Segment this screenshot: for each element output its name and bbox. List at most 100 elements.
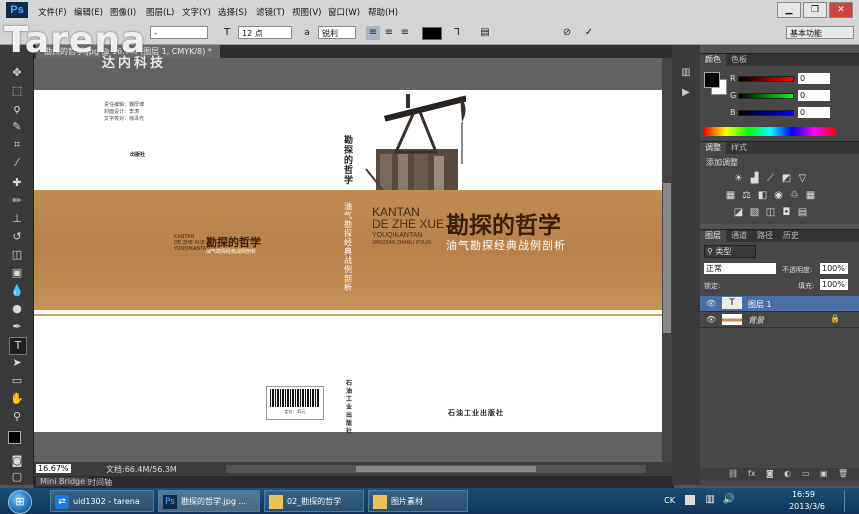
cancel-icon[interactable]: ⊘: [560, 26, 574, 40]
threshold-icon[interactable]: ◫: [764, 207, 777, 218]
close-icon[interactable]: ✕: [829, 2, 853, 18]
dodge-tool-icon[interactable]: ●: [9, 301, 25, 317]
tab-paths[interactable]: 路径: [752, 230, 778, 242]
history-panel-icon[interactable]: ▥: [678, 65, 694, 81]
vibrance-icon[interactable]: ▽: [796, 173, 809, 184]
exposure-icon[interactable]: ◩: [780, 173, 793, 184]
brush-tool-icon[interactable]: ✏: [9, 193, 25, 209]
layer-row[interactable]: 👁 T 图层 1: [700, 296, 859, 312]
restore-icon[interactable]: ❐: [803, 2, 827, 18]
posterize-icon[interactable]: ▨: [748, 207, 761, 218]
black-white-icon[interactable]: ◧: [756, 190, 769, 201]
eyedropper-tool-icon[interactable]: ⁄: [9, 155, 25, 171]
layer-name[interactable]: 背景: [748, 315, 764, 326]
menu-type[interactable]: 文字(Y): [182, 6, 211, 18]
menu-image[interactable]: 图像(I): [110, 6, 136, 18]
levels-icon[interactable]: ▟: [748, 173, 761, 184]
warp-text-icon[interactable]: Ꞁ: [450, 26, 464, 40]
color-balance-icon[interactable]: ⚖: [740, 190, 753, 201]
canvas-area[interactable]: 责任编辑：魏厚博 封面设计：李涛 文字校对：徐泽光 出版社 勘探的哲学 KANT…: [34, 58, 662, 462]
text-color-swatch[interactable]: [422, 27, 442, 40]
color-lookup-icon[interactable]: ▦: [804, 190, 817, 201]
scrollbar-thumb[interactable]: [663, 183, 671, 333]
tab-adjustments[interactable]: 调整: [700, 142, 726, 154]
foreground-color-swatch[interactable]: [8, 431, 21, 444]
canvas-horizontal-scrollbar[interactable]: [226, 465, 646, 473]
tab-swatches[interactable]: 色板: [726, 54, 752, 66]
hue-saturation-icon[interactable]: ▦: [724, 190, 737, 201]
tab-styles[interactable]: 样式: [726, 142, 752, 154]
brightness-icon[interactable]: ☀: [732, 173, 745, 184]
trash-icon[interactable]: 🗑: [838, 469, 848, 478]
channel-r-slider[interactable]: [738, 76, 794, 82]
marquee-tool-icon[interactable]: ⬚: [9, 83, 25, 99]
align-right-icon[interactable]: ≡: [398, 26, 412, 40]
new-adjustment-icon[interactable]: ◐: [784, 469, 791, 478]
layer-mask-icon[interactable]: ◙: [766, 469, 774, 478]
visibility-eye-icon[interactable]: 👁: [706, 299, 716, 308]
clock-time[interactable]: 16:59: [792, 490, 815, 499]
menu-edit[interactable]: 编辑(E): [74, 6, 103, 18]
clone-stamp-tool-icon[interactable]: ⊥: [9, 211, 25, 227]
menu-layer[interactable]: 图层(L): [146, 6, 174, 18]
curves-icon[interactable]: ⟋: [764, 173, 777, 184]
eraser-tool-icon[interactable]: ◫: [9, 247, 25, 263]
lasso-tool-icon[interactable]: ϙ: [9, 101, 25, 117]
type-tool-icon[interactable]: T: [9, 337, 27, 355]
layer-filter-select[interactable]: ⚲ 类型: [704, 245, 756, 258]
align-center-icon[interactable]: ≡: [382, 26, 396, 40]
start-button[interactable]: ⊞: [2, 489, 38, 514]
clock-date[interactable]: 2013/3/6: [789, 502, 825, 511]
actions-panel-icon[interactable]: ▶: [678, 85, 694, 101]
taskbar-item[interactable]: ⇄ uid1302 - tarena: [50, 490, 154, 512]
channel-b-slider[interactable]: [738, 110, 794, 116]
foreground-swatch[interactable]: [704, 72, 720, 88]
hand-tool-icon[interactable]: ✋: [9, 391, 25, 407]
channel-g-slider[interactable]: [738, 93, 794, 99]
zoom-level[interactable]: 16.67%: [36, 464, 71, 473]
fill-input[interactable]: 100%: [820, 279, 848, 290]
invert-icon[interactable]: ◪: [732, 207, 745, 218]
channel-r-value[interactable]: 0: [798, 73, 830, 84]
menu-view[interactable]: 视图(V): [292, 6, 321, 18]
selective-color-icon[interactable]: ◘: [780, 207, 793, 218]
visibility-eye-icon[interactable]: 👁: [706, 315, 716, 324]
new-group-icon[interactable]: ▭: [802, 469, 810, 478]
menu-file[interactable]: 文件(F): [38, 6, 67, 18]
menu-window[interactable]: 窗口(W): [328, 6, 360, 18]
doc-size[interactable]: 文档:66.4M/56.3M: [106, 464, 177, 475]
taskbar-item[interactable]: Ps 勘探的哲学.jpg ...: [158, 490, 260, 512]
channel-b-value[interactable]: 0: [798, 107, 830, 118]
color-spectrum-bar[interactable]: [704, 127, 836, 136]
commit-icon[interactable]: ✓: [582, 26, 596, 40]
layer-name[interactable]: 图层 1: [748, 299, 772, 310]
tab-history[interactable]: 历史: [778, 230, 804, 242]
history-brush-tool-icon[interactable]: ↺: [9, 229, 25, 245]
character-panel-icon[interactable]: ▤: [478, 26, 492, 40]
font-style-select[interactable]: -: [150, 26, 208, 39]
crop-tool-icon[interactable]: ⌗: [9, 137, 25, 153]
link-layers-icon[interactable]: ⛓: [728, 469, 738, 478]
tab-layers[interactable]: 图层: [700, 230, 726, 242]
channel-g-value[interactable]: 0: [798, 90, 830, 101]
scrollbar-thumb[interactable]: [356, 466, 536, 472]
mini-bridge-tab[interactable]: Mini Bridge: [36, 477, 90, 486]
gradient-map-icon[interactable]: ▤: [796, 207, 809, 218]
align-left-icon[interactable]: ≡: [366, 26, 380, 40]
font-size-select[interactable]: 12 点: [238, 26, 292, 39]
zoom-tool-icon[interactable]: ⚲: [9, 409, 25, 425]
taskbar-item[interactable]: 图片素材: [368, 490, 468, 512]
layer-style-icon[interactable]: fx: [748, 469, 756, 478]
menu-select[interactable]: 选择(S): [218, 6, 247, 18]
tab-color[interactable]: 颜色: [700, 54, 726, 66]
move-tool-icon[interactable]: ✥: [9, 65, 25, 81]
language-indicator[interactable]: CK: [664, 496, 675, 505]
antialias-select[interactable]: 锐利: [318, 26, 356, 39]
layer-row[interactable]: 👁 背景 🔒: [700, 312, 859, 328]
network-icon[interactable]: ▥: [706, 494, 715, 505]
pen-tool-icon[interactable]: ✒: [9, 319, 25, 335]
new-layer-icon[interactable]: ▣: [820, 469, 828, 478]
shape-tool-icon[interactable]: ▭: [9, 373, 25, 389]
quick-mask-icon[interactable]: ◙: [9, 453, 25, 469]
menu-filter[interactable]: 滤镜(T): [256, 6, 285, 18]
